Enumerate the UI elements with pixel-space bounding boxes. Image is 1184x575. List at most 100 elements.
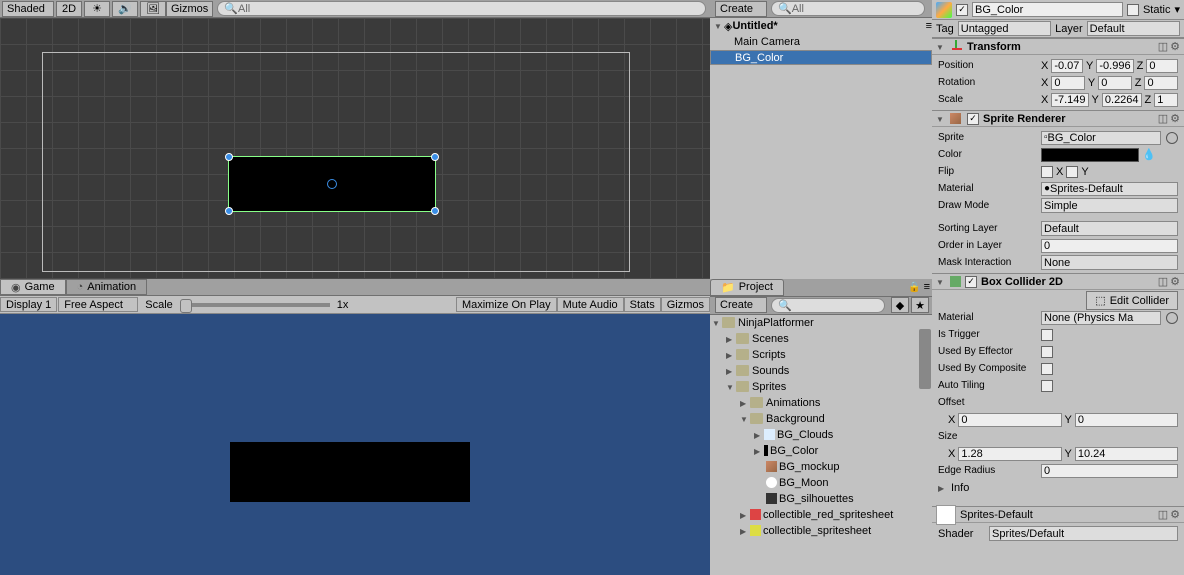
- component-enabled-checkbox[interactable]: [965, 276, 977, 288]
- lighting-toggle-button[interactable]: ☀: [84, 1, 110, 17]
- expand-icon[interactable]: [726, 365, 736, 377]
- tag-dropdown[interactable]: Untagged: [958, 21, 1051, 36]
- maximize-on-play-toggle[interactable]: Maximize On Play: [456, 297, 557, 312]
- hierarchy-item-camera[interactable]: Main Camera: [710, 34, 932, 50]
- project-panel[interactable]: NinjaPlatformer Scenes Scripts Sounds Sp…: [710, 315, 932, 575]
- order-in-layer-input[interactable]: 0: [1041, 239, 1178, 253]
- folder-background[interactable]: Background: [710, 411, 932, 427]
- box-collider-header[interactable]: Box Collider 2D: [932, 273, 1184, 290]
- gizmos-dropdown[interactable]: Gizmos: [166, 1, 213, 17]
- lock-icon[interactable]: [908, 281, 920, 293]
- stats-toggle[interactable]: Stats: [624, 297, 661, 312]
- mute-audio-toggle[interactable]: Mute Audio: [557, 297, 624, 312]
- resize-handle[interactable]: [431, 153, 439, 161]
- asset-bgclouds[interactable]: BG_Clouds: [710, 427, 932, 443]
- help-icon[interactable]: [1158, 40, 1168, 53]
- size-y-input[interactable]: 10.24: [1075, 447, 1178, 461]
- asset-collectible-red[interactable]: collectible_red_spritesheet: [710, 507, 932, 523]
- panel-menu-icon[interactable]: [924, 281, 930, 293]
- sorting-layer-dropdown[interactable]: Default: [1041, 221, 1178, 236]
- component-enabled-checkbox[interactable]: [967, 113, 979, 125]
- scale-z-input[interactable]: 1: [1154, 93, 1178, 107]
- expand-icon[interactable]: [754, 429, 764, 441]
- expand-icon[interactable]: [740, 397, 750, 409]
- eyedropper-icon[interactable]: 💧: [1142, 148, 1156, 161]
- resize-handle[interactable]: [431, 207, 439, 215]
- composite-checkbox[interactable]: [1041, 363, 1053, 375]
- rot-y-input[interactable]: 0: [1098, 76, 1132, 90]
- static-dropdown-icon[interactable]: ▾: [1174, 3, 1180, 16]
- expand-icon[interactable]: [726, 349, 736, 361]
- gameobject-name-input[interactable]: BG_Color: [972, 2, 1123, 17]
- static-checkbox[interactable]: [1127, 4, 1139, 16]
- favorites-button[interactable]: ★: [911, 297, 929, 313]
- folder-sounds[interactable]: Sounds: [710, 363, 932, 379]
- expand-icon[interactable]: [712, 317, 722, 329]
- display-dropdown[interactable]: Display 1: [0, 297, 57, 312]
- object-picker-icon[interactable]: [1166, 312, 1178, 324]
- layer-dropdown[interactable]: Default: [1087, 21, 1180, 36]
- scene-search-input[interactable]: 🔍All: [217, 1, 706, 16]
- expand-icon[interactable]: [726, 381, 736, 393]
- expand-icon[interactable]: [740, 509, 750, 521]
- gear-icon[interactable]: [1170, 508, 1180, 521]
- expand-icon[interactable]: [726, 333, 736, 345]
- project-root[interactable]: NinjaPlatformer: [710, 315, 932, 331]
- tab-project[interactable]: 📁 Project: [710, 279, 784, 296]
- hierarchy-panel[interactable]: ◈ Untitled* Main Camera BG_Color: [710, 18, 932, 279]
- material-field[interactable]: ●Sprites-Default: [1041, 182, 1178, 196]
- folder-scenes[interactable]: Scenes: [710, 331, 932, 347]
- flip-y-checkbox[interactable]: [1066, 166, 1078, 178]
- sprite-renderer-header[interactable]: Sprite Renderer: [932, 110, 1184, 127]
- scene-root-row[interactable]: ◈ Untitled*: [710, 18, 932, 34]
- hierarchy-item-bgcolor[interactable]: BG_Color: [710, 50, 932, 65]
- gear-icon[interactable]: [1170, 275, 1180, 288]
- size-x-input[interactable]: 1.28: [958, 447, 1061, 461]
- effector-checkbox[interactable]: [1041, 346, 1053, 358]
- phys-material-field[interactable]: None (Physics Ma: [1041, 311, 1161, 325]
- edge-radius-input[interactable]: 0: [1041, 464, 1178, 478]
- scroll-thumb[interactable]: [919, 329, 931, 389]
- pos-z-input[interactable]: 0: [1146, 59, 1178, 73]
- hierarchy-create-dropdown[interactable]: Create: [715, 1, 767, 17]
- game-viewport[interactable]: [0, 314, 710, 575]
- folder-animations[interactable]: Animations: [710, 395, 932, 411]
- folder-scripts[interactable]: Scripts: [710, 347, 932, 363]
- help-icon[interactable]: [1158, 112, 1168, 125]
- help-icon[interactable]: [1158, 508, 1168, 521]
- scale-slider[interactable]: [180, 303, 330, 307]
- gear-icon[interactable]: [1170, 40, 1180, 53]
- asset-collectible[interactable]: collectible_spritesheet: [710, 523, 932, 539]
- expand-icon[interactable]: [740, 525, 750, 537]
- asset-bgsilhouettes[interactable]: BG_silhouettes: [710, 491, 932, 507]
- scale-y-input[interactable]: 0.2264: [1102, 93, 1142, 107]
- gizmos-game-dropdown[interactable]: Gizmos: [661, 297, 710, 312]
- selected-object-rect[interactable]: [228, 156, 436, 212]
- resize-handle[interactable]: [225, 153, 233, 161]
- expand-icon[interactable]: [938, 482, 948, 494]
- effects-toggle-button[interactable]: 🖼: [140, 1, 166, 17]
- autotiling-checkbox[interactable]: [1041, 380, 1053, 392]
- asset-bgmoon[interactable]: BG_Moon: [710, 475, 932, 491]
- object-picker-icon[interactable]: [1166, 132, 1178, 144]
- istrigger-checkbox[interactable]: [1041, 329, 1053, 341]
- offset-x-input[interactable]: 0: [958, 413, 1061, 427]
- project-create-dropdown[interactable]: Create: [715, 297, 767, 313]
- active-checkbox[interactable]: [956, 4, 968, 16]
- shading-mode-dropdown[interactable]: Shaded: [2, 1, 54, 17]
- 2d-toggle-button[interactable]: 2D: [56, 1, 82, 17]
- filter-button[interactable]: ◆: [891, 297, 909, 313]
- expand-icon[interactable]: [936, 41, 946, 53]
- sprite-object-field[interactable]: ▫BG_Color: [1041, 131, 1161, 145]
- audio-toggle-button[interactable]: 🔊: [112, 1, 138, 17]
- scene-viewport[interactable]: [0, 18, 710, 279]
- hierarchy-search-input[interactable]: 🔍All: [771, 1, 925, 16]
- rot-x-input[interactable]: 0: [1051, 76, 1085, 90]
- expand-icon[interactable]: [754, 445, 764, 457]
- gear-icon[interactable]: [1170, 112, 1180, 125]
- resize-handle[interactable]: [225, 207, 233, 215]
- expand-icon[interactable]: [936, 113, 946, 125]
- expand-icon[interactable]: [740, 413, 750, 425]
- aspect-dropdown[interactable]: Free Aspect: [58, 297, 138, 312]
- pos-y-input[interactable]: -0.996: [1096, 59, 1133, 73]
